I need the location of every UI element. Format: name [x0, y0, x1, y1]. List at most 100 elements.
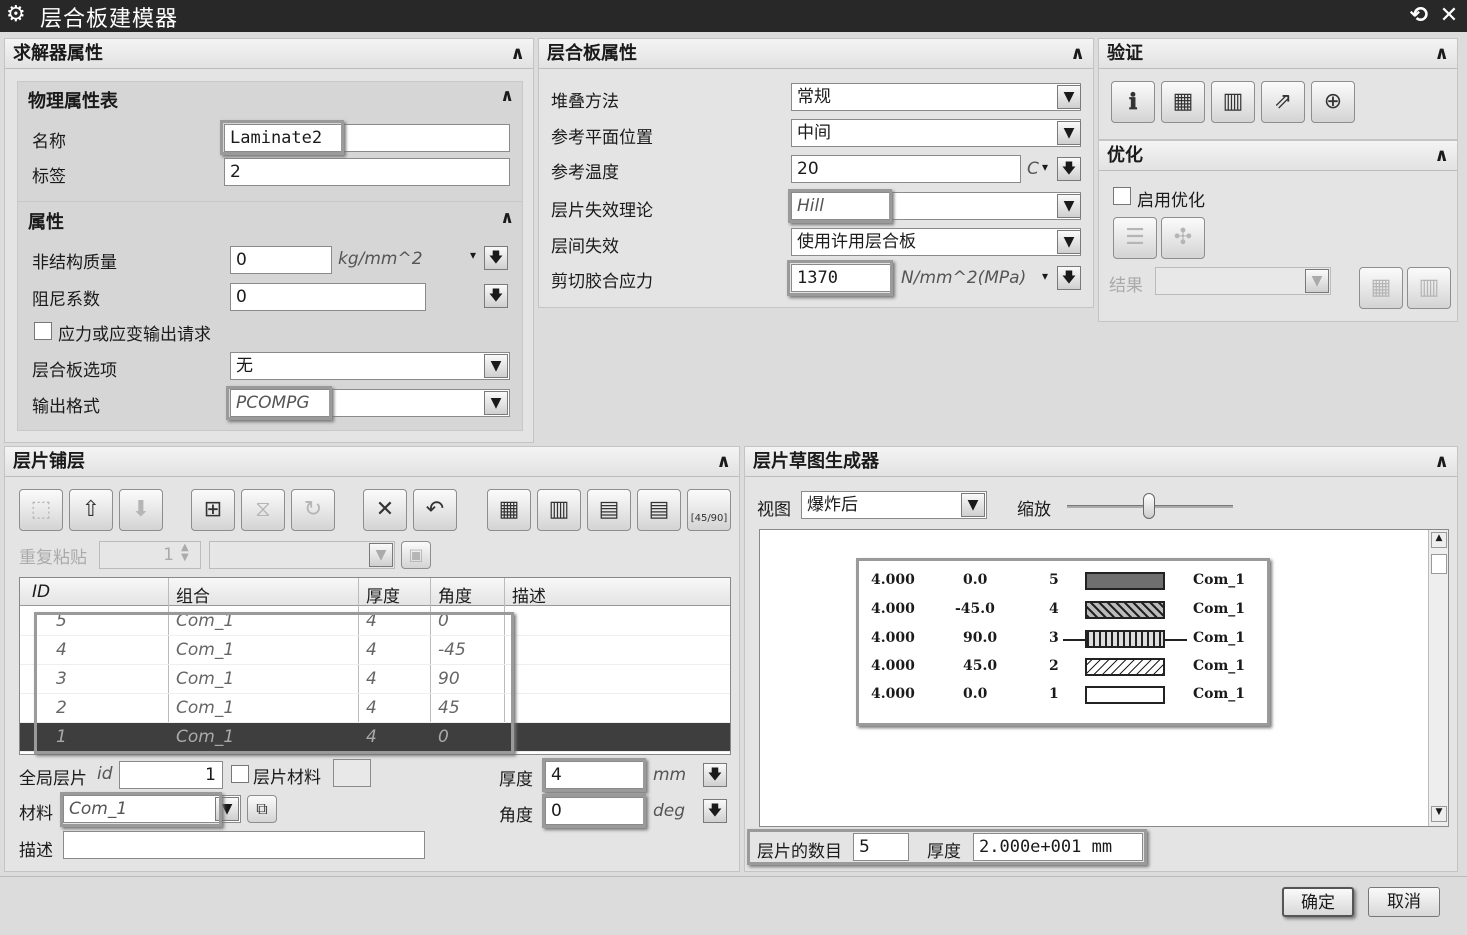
- chevron-down-icon[interactable]: ▼: [1057, 85, 1081, 109]
- chevron-down-icon[interactable]: ▼: [484, 354, 508, 378]
- view-select[interactable]: 爆炸后: [801, 491, 987, 519]
- arrow-down-icon[interactable]: 🡇: [703, 799, 727, 823]
- ref-plane-select[interactable]: 中间: [791, 119, 1081, 147]
- copy-icon[interactable]: ⧉: [247, 795, 277, 823]
- verify-header[interactable]: 验证 ∧: [1099, 39, 1457, 69]
- stack-label: 堆叠方法: [551, 92, 619, 112]
- sketch-header[interactable]: 层片草图生成器 ∧: [745, 447, 1457, 477]
- chevron-down-icon[interactable]: ▼: [1057, 230, 1081, 254]
- table-header: ID 组合 厚度 角度 描述: [20, 578, 730, 754]
- col-header[interactable]: 角度: [438, 582, 472, 607]
- arrow-down-icon[interactable]: 🡇: [484, 284, 508, 308]
- arrow-down-icon[interactable]: 🡇: [703, 763, 727, 787]
- collapse-icon[interactable]: ∧: [1434, 447, 1449, 477]
- enable-opt-checkbox[interactable]: [1113, 187, 1131, 205]
- arrow-down-icon[interactable]: ⬇: [119, 489, 163, 531]
- restore-icon[interactable]: ⟲: [1406, 3, 1432, 29]
- report-icon[interactable]: ▦: [1359, 267, 1403, 309]
- repeat-select[interactable]: [209, 541, 395, 569]
- expand-arrows-icon[interactable]: ✣: [1161, 217, 1205, 259]
- table-icon[interactable]: ▥: [1407, 267, 1451, 309]
- spinner-icon[interactable]: ▲ ▼: [181, 543, 189, 563]
- arrow-down-icon[interactable]: 🡇: [1057, 157, 1081, 181]
- col-header[interactable]: 描述: [512, 582, 546, 607]
- scrollbar[interactable]: ▲ ▼: [1428, 530, 1448, 826]
- shear-unit[interactable]: N/mm^2(MPa): [901, 268, 1026, 288]
- repeat-icon[interactable]: ↻: [291, 489, 335, 531]
- ply-layup-header[interactable]: 层片铺层 ∧: [5, 447, 739, 477]
- global-ply-field[interactable]: 1: [119, 761, 223, 789]
- collapse-icon[interactable]: ∧: [500, 86, 514, 106]
- tag-field[interactable]: 2: [224, 158, 510, 186]
- inter-fail-select[interactable]: 使用许用层合板: [791, 228, 1081, 256]
- scroll-down-icon[interactable]: ▼: [1431, 806, 1447, 822]
- zoom-slider-handle[interactable]: [1143, 493, 1155, 519]
- scroll-up-icon[interactable]: ▲: [1431, 532, 1447, 548]
- optimize-section: 优化 ∧ 启用优化 ☰ ✣ 结果 ▼ ▦ ▥: [1098, 140, 1458, 322]
- stack-select[interactable]: 常规: [791, 83, 1081, 111]
- ply-material-swatch[interactable]: [333, 759, 371, 787]
- ply-box-icon[interactable]: ⬚: [19, 489, 63, 531]
- undo-icon[interactable]: ↶: [413, 489, 457, 531]
- lam-opt-select[interactable]: 无: [230, 352, 510, 380]
- col-header[interactable]: ID: [32, 582, 50, 602]
- document-icon[interactable]: ▤: [637, 489, 681, 531]
- cancel-button[interactable]: 取消: [1368, 887, 1440, 917]
- graph-icon[interactable]: ⇗: [1261, 81, 1305, 123]
- ref-temp-unit[interactable]: C: [1027, 159, 1039, 179]
- list-settings-icon[interactable]: ☰: [1113, 217, 1157, 259]
- damp-field[interactable]: 0: [230, 283, 426, 311]
- info-icon[interactable]: ℹ: [1111, 81, 1155, 123]
- ply-material-checkbox[interactable]: [231, 765, 249, 783]
- ply-table[interactable]: ID 组合 厚度 角度 描述 5 Com_1 4 0 4 Com_1 4 -45 3 Com_…: [19, 577, 731, 755]
- cut-icon[interactable]: ⧖: [241, 489, 285, 531]
- gear-icon[interactable]: ⚙: [6, 2, 26, 27]
- col-header[interactable]: 组合: [176, 582, 210, 607]
- paste-icon[interactable]: ▣: [401, 541, 431, 569]
- delete-icon[interactable]: ✕: [363, 489, 407, 531]
- chevron-down-icon[interactable]: ▾: [1042, 160, 1048, 174]
- chevron-down-icon[interactable]: ▼: [1057, 194, 1081, 218]
- tree-icon[interactable]: ⊞: [191, 489, 235, 531]
- symmetric-icon[interactable]: [45/90]: [687, 489, 731, 531]
- arrow-down-icon[interactable]: 🡇: [1057, 266, 1081, 290]
- chevron-down-icon[interactable]: ▼: [369, 543, 393, 567]
- collapse-icon[interactable]: ∧: [500, 208, 514, 228]
- ok-button[interactable]: 确定: [1282, 887, 1354, 917]
- stress-req-checkbox[interactable]: [34, 322, 52, 340]
- close-icon[interactable]: ✕: [1436, 3, 1462, 29]
- collapse-icon[interactable]: ∧: [716, 447, 731, 477]
- report-icon[interactable]: ▦: [487, 489, 531, 531]
- chevron-down-icon[interactable]: ▾: [1042, 269, 1048, 283]
- chevron-down-icon[interactable]: ▼: [1305, 269, 1329, 293]
- report-icon[interactable]: ▦: [1161, 81, 1205, 123]
- optimize-header[interactable]: 优化 ∧: [1099, 141, 1457, 171]
- chevron-down-icon[interactable]: ▼: [484, 391, 508, 415]
- crosshair-icon[interactable]: ⊕: [1311, 81, 1355, 123]
- table-icon[interactable]: ▥: [537, 489, 581, 531]
- table-icon[interactable]: ▥: [1211, 81, 1255, 123]
- collapse-icon[interactable]: ∧: [510, 39, 525, 69]
- grid-icon[interactable]: ▤: [587, 489, 631, 531]
- nsm-unit[interactable]: kg/mm^2: [338, 249, 423, 269]
- chevron-down-icon[interactable]: ▼: [1057, 121, 1081, 145]
- solver-header[interactable]: 求解器属性 ∧: [5, 39, 533, 69]
- collapse-icon[interactable]: ∧: [1434, 141, 1449, 171]
- laminate-header[interactable]: 层合板属性 ∧: [539, 39, 1093, 69]
- scroll-thumb[interactable]: [1431, 554, 1447, 574]
- chevron-down-icon[interactable]: ▼: [961, 493, 985, 517]
- layer-row: 4.000 90.0 3 Com_1: [871, 630, 1246, 648]
- arrow-up-icon[interactable]: ⇧: [69, 489, 113, 531]
- sketch-canvas[interactable]: 4.000 0.0 5 Com_1 4.000 -45.0 4 Com_1 4.000 9…: [759, 529, 1449, 827]
- collapse-icon[interactable]: ∧: [1434, 39, 1449, 69]
- col-header[interactable]: 厚度: [366, 582, 400, 607]
- props-header: 属性: [28, 212, 64, 233]
- collapse-icon[interactable]: ∧: [1070, 39, 1085, 69]
- chevron-down-icon[interactable]: ▾: [470, 248, 476, 262]
- highlight-box: [60, 792, 222, 827]
- ply-layup-header-label: 层片铺层: [13, 451, 85, 472]
- nsm-field[interactable]: 0: [230, 246, 332, 274]
- ref-temp-field[interactable]: 20: [791, 155, 1021, 183]
- desc-field[interactable]: [63, 831, 425, 859]
- arrow-down-icon[interactable]: 🡇: [484, 246, 508, 270]
